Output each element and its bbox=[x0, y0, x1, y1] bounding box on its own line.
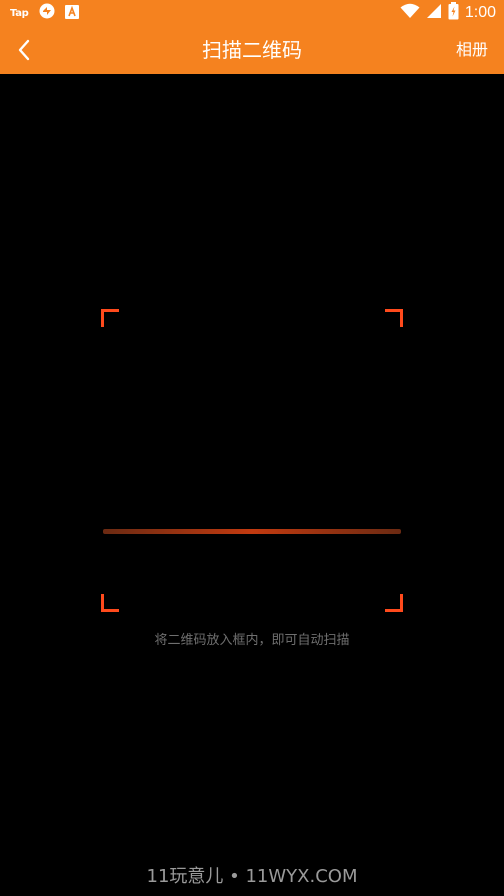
scan-corner-bottom-right bbox=[385, 594, 403, 612]
wifi-icon bbox=[400, 3, 420, 23]
app-store-icon bbox=[64, 4, 79, 23]
back-button[interactable] bbox=[8, 34, 40, 66]
signal-icon bbox=[426, 3, 442, 23]
scan-corner-top-left bbox=[101, 309, 119, 327]
battery-icon bbox=[448, 2, 459, 24]
scan-corner-top-right bbox=[385, 309, 403, 327]
page-title: 扫描二维码 bbox=[202, 38, 302, 62]
sync-icon bbox=[39, 3, 55, 23]
scan-frame bbox=[101, 309, 403, 612]
scan-hint: 将二维码放入框内，即可自动扫描 bbox=[154, 633, 350, 648]
chevron-left-icon bbox=[18, 39, 30, 61]
status-bar: Tap 1:00 bbox=[0, 0, 504, 26]
status-bar-right: 1:00 bbox=[400, 2, 496, 24]
scan-line bbox=[103, 529, 401, 534]
status-bar-left: Tap bbox=[10, 3, 79, 23]
app-bar: 扫描二维码 相册 bbox=[0, 26, 504, 74]
taptap-icon: Tap bbox=[10, 7, 29, 19]
album-button[interactable]: 相册 bbox=[456, 26, 488, 74]
status-time: 1:00 bbox=[464, 4, 496, 21]
watermark: 11玩意儿 • 11WYX.COM bbox=[146, 866, 358, 887]
scan-corner-bottom-left bbox=[101, 594, 119, 612]
